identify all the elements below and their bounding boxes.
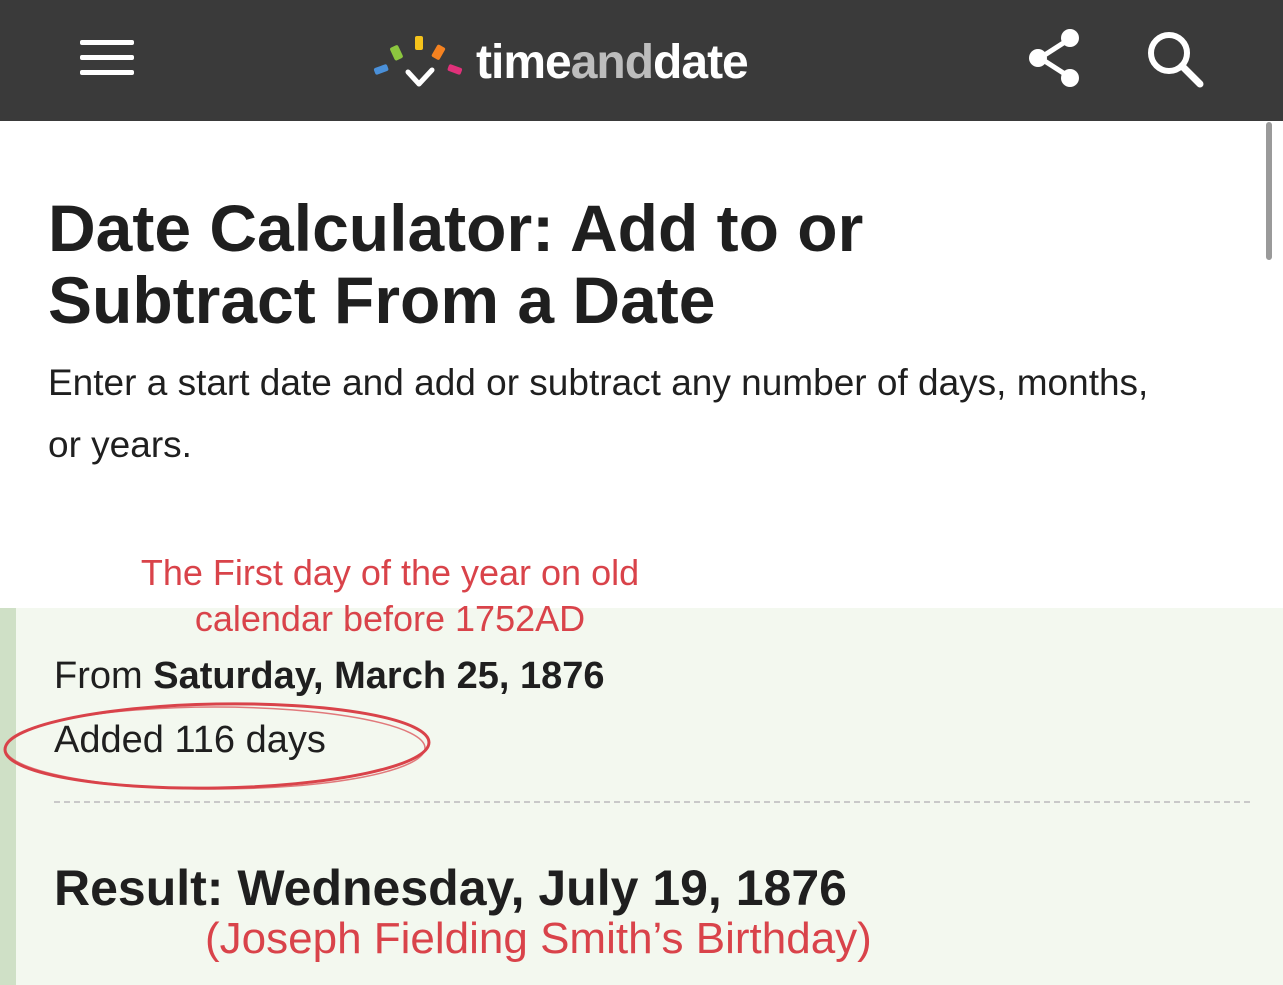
from-date-line: From Saturday, March 25, 1876 <box>54 652 605 700</box>
result-date: Result: Wednesday, July 19, 1876 <box>54 860 847 916</box>
timeanddate-logo[interactable]: timeanddate <box>372 32 749 92</box>
hamburger-menu-icon[interactable] <box>80 40 134 76</box>
logo-mark-icon <box>373 36 463 87</box>
annotation-first-day-note: The First day of the year on old calenda… <box>140 552 640 639</box>
from-label: From <box>54 655 143 697</box>
from-date: Saturday, March 25, 1876 <box>153 655 605 697</box>
page-title: Date Calculator: Add to or Subtract From… <box>48 191 864 337</box>
page-scrollbar[interactable] <box>1266 122 1272 260</box>
share-icon[interactable] <box>1024 26 1084 90</box>
annotation-birthday-note: (Joseph Fielding Smith’s Birthday) <box>205 914 872 963</box>
logo-wordmark: timeanddate <box>476 36 749 89</box>
search-icon[interactable] <box>1144 28 1206 88</box>
result-divider <box>54 801 1250 803</box>
top-nav-bar: timeanddate <box>0 0 1283 121</box>
annotation-ellipse <box>3 702 431 790</box>
page-intro: Enter a start date and add or subtract a… <box>48 362 1149 465</box>
